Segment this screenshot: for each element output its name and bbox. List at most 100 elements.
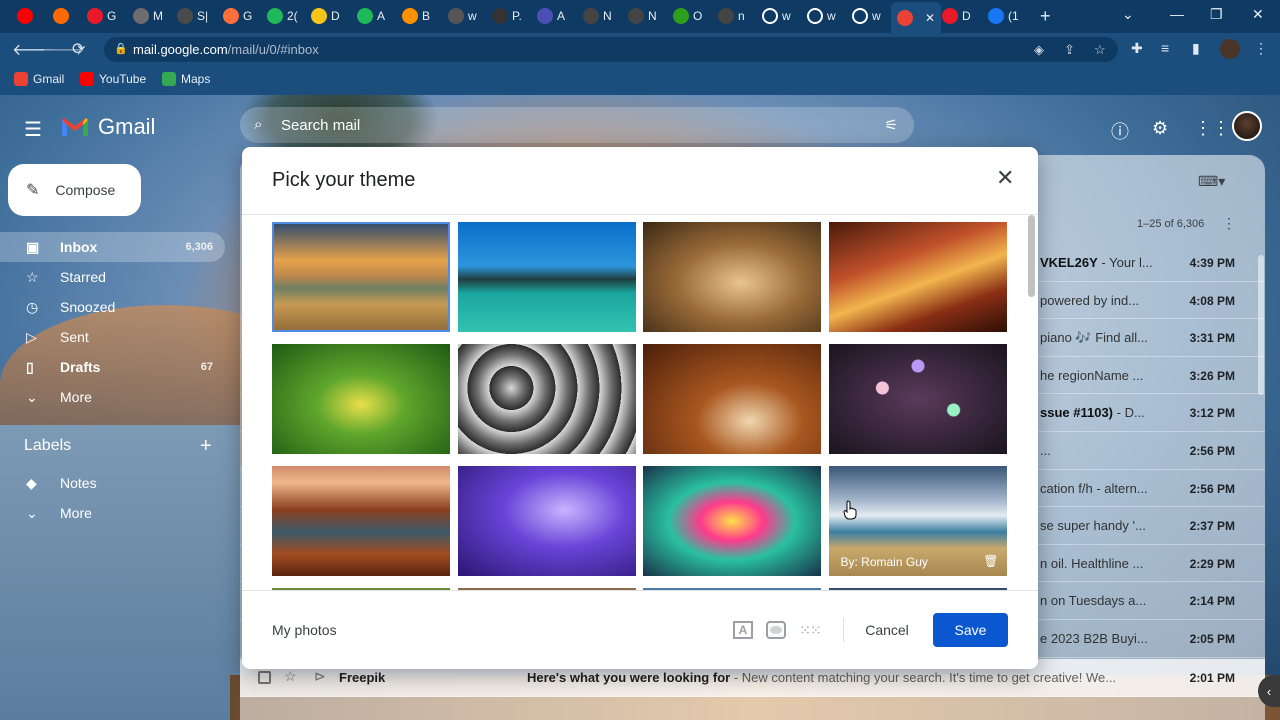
sidebar-item-starred[interactable]: ☆ Starred xyxy=(0,262,225,292)
browser-tab[interactable]: A xyxy=(537,4,565,28)
browser-tab[interactable]: w xyxy=(852,4,881,28)
sidebar-item-snoozed[interactable]: ◷ Snoozed xyxy=(0,292,225,322)
browser-tab[interactable]: G xyxy=(223,4,252,28)
browser-tab[interactable]: G xyxy=(87,4,116,28)
sidebar-item-drafts[interactable]: ▯ Drafts 67 xyxy=(0,352,225,382)
tab-label: A xyxy=(377,9,386,23)
theme-thumbnail-jellyfish[interactable] xyxy=(457,466,636,576)
theme-thumbnail-caterpillar[interactable] xyxy=(272,344,450,454)
browser-tab[interactable]: D xyxy=(311,4,340,28)
browser-tab[interactable]: D xyxy=(942,4,971,28)
lens-icon[interactable]: ◈ xyxy=(1034,42,1044,58)
tab-label: O xyxy=(693,9,703,23)
clock-icon: ◷ xyxy=(26,299,39,315)
mail-snippet-text: he regionName ... xyxy=(1040,367,1144,383)
bookmark-maps[interactable]: Maps xyxy=(162,72,210,86)
text-background-icon[interactable]: A xyxy=(733,621,753,639)
dialog-scrollbar[interactable] xyxy=(1028,215,1035,297)
tab-search-icon[interactable]: ⌄ xyxy=(1122,6,1134,23)
cancel-button[interactable]: Cancel xyxy=(852,613,922,647)
compose-button[interactable]: ✎ Compose xyxy=(8,164,141,216)
browser-tab[interactable]: n xyxy=(718,4,745,28)
search-options-icon[interactable]: ⚟ xyxy=(885,116,898,134)
settings-gear-icon[interactable]: ⚙ xyxy=(1152,118,1168,139)
star-icon[interactable]: ☆ xyxy=(284,668,297,685)
theme-thumbnail-beach[interactable]: By: Romain Guy 🗑 xyxy=(828,466,1007,576)
browser-tab[interactable]: w xyxy=(807,4,836,28)
theme-thumbnail-pipes[interactable] xyxy=(457,344,636,454)
close-icon[interactable]: ✕ xyxy=(996,167,1014,189)
new-tab-icon[interactable]: + xyxy=(1040,6,1051,27)
address-bar[interactable]: 🔒 mail.google.com/mail/u/0/#inbox ◈ ⇪ ☆ xyxy=(104,37,1118,62)
tab-favicon-icon xyxy=(53,8,69,24)
gmail-logo[interactable]: Gmail xyxy=(60,114,155,140)
label-item-more[interactable]: ⌄ More xyxy=(0,498,225,528)
browser-tab[interactable] xyxy=(17,4,37,28)
save-button[interactable]: Save xyxy=(933,613,1008,647)
support-icon[interactable]: ⓘ xyxy=(1111,118,1129,144)
tab-label: S| xyxy=(197,9,209,23)
label-item-notes[interactable]: ◆ Notes xyxy=(0,468,225,498)
my-photos-link[interactable]: My photos xyxy=(272,622,337,638)
browser-tab[interactable]: N xyxy=(628,4,657,28)
close-window-icon[interactable]: ✕ xyxy=(1252,6,1264,23)
search-icon[interactable]: ⌕ xyxy=(254,116,262,133)
browser-tab[interactable] xyxy=(53,4,73,28)
minimize-icon[interactable]: — xyxy=(1170,6,1184,22)
address-url[interactable]: mail.google.com/mail/u/0/#inbox xyxy=(133,42,319,57)
menu-kebab-icon[interactable]: ⋮ xyxy=(1254,40,1268,57)
mail-snippet: n oil. Healthline ... xyxy=(1040,556,1143,571)
sidebar-item-sent[interactable]: ▷ Sent xyxy=(0,322,225,352)
browser-tab[interactable]: A xyxy=(357,4,385,28)
bookmark-star-icon[interactable]: ☆ xyxy=(1094,42,1106,58)
select-checkbox[interactable] xyxy=(258,671,271,684)
blur-icon[interactable]: ⁙⁙ xyxy=(799,621,821,639)
sidebar-item-inbox[interactable]: ▣ Inbox 6,306 xyxy=(0,232,225,262)
search-placeholder[interactable]: Search mail xyxy=(281,117,360,134)
vignette-icon[interactable] xyxy=(766,621,786,639)
theme-picker-dialog: Pick your theme ✕ By: Romain Guy 🗑 My pho… xyxy=(242,147,1038,669)
theme-thumbnail-golden-gate[interactable] xyxy=(272,222,450,332)
sidebar-item-more[interactable]: ⌄ More xyxy=(0,382,225,412)
trash-icon[interactable]: 🗑 xyxy=(983,554,998,568)
more-options-icon[interactable]: ⋮ xyxy=(1222,215,1236,232)
browser-tab[interactable]: 2( xyxy=(267,4,298,28)
bookmark-gmail[interactable]: Gmail xyxy=(14,72,64,86)
gmail-wordmark: Gmail xyxy=(98,114,156,139)
extensions-icon[interactable]: ✚ xyxy=(1131,40,1143,57)
browser-profile-avatar[interactable] xyxy=(1220,39,1240,59)
share-icon[interactable]: ⇪ xyxy=(1064,42,1075,58)
bookmark-youtube[interactable]: YouTube xyxy=(80,72,146,86)
media-icon[interactable]: ≡ xyxy=(1161,40,1169,56)
browser-tab[interactable]: N xyxy=(583,4,612,28)
side-panel-icon[interactable]: ▮ xyxy=(1192,40,1200,57)
theme-thumbnail-bokeh[interactable] xyxy=(828,344,1007,454)
browser-tab[interactable]: S| xyxy=(177,4,208,28)
mail-time: 3:26 PM xyxy=(1189,368,1235,383)
theme-thumbnail-canyon-red[interactable] xyxy=(828,222,1007,332)
reload-icon[interactable]: ⟳ xyxy=(72,39,85,59)
input-tools-icon[interactable]: ⌨▾ xyxy=(1198,173,1225,190)
browser-tab[interactable]: M xyxy=(133,4,163,28)
browser-tab[interactable]: O xyxy=(673,4,702,28)
theme-thumbnail-autumn-leaves[interactable] xyxy=(643,344,821,454)
theme-thumbnail-grand-canyon[interactable] xyxy=(272,466,450,576)
add-label-icon[interactable]: + xyxy=(200,435,212,458)
tab-close-icon[interactable]: ✕ xyxy=(925,11,935,25)
theme-thumbnail-lake[interactable] xyxy=(457,222,636,332)
theme-thumbnail-chess[interactable] xyxy=(643,222,821,332)
browser-tab[interactable]: w xyxy=(762,4,791,28)
browser-tab[interactable]: w xyxy=(448,4,477,28)
search-bar[interactable]: ⌕ Search mail ⚟ xyxy=(240,107,914,143)
browser-tab[interactable]: P. xyxy=(492,4,522,28)
browser-tab[interactable]: (1 xyxy=(988,4,1019,28)
theme-thumbnail-colorful-bubble[interactable] xyxy=(643,466,821,576)
account-avatar[interactable] xyxy=(1232,111,1262,141)
main-menu-icon[interactable]: ☰ xyxy=(24,117,42,142)
browser-tab[interactable]: ✕ xyxy=(891,2,942,33)
restore-icon[interactable]: ❐ xyxy=(1210,6,1223,23)
page-scrollbar[interactable] xyxy=(1258,255,1264,395)
browser-tab[interactable]: B xyxy=(402,4,430,28)
important-marker-icon[interactable]: ⊳ xyxy=(314,668,326,685)
tab-favicon-icon xyxy=(17,8,33,24)
